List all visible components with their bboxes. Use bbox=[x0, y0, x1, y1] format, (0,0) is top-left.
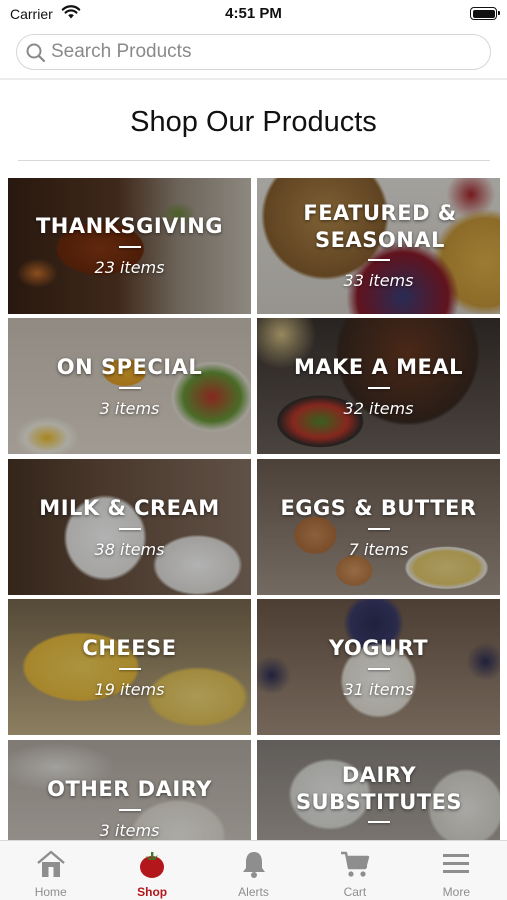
category-grid: THANKSGIVING 23 items FEATURED & SEASONA… bbox=[8, 178, 500, 842]
home-icon bbox=[36, 850, 65, 877]
category-item-count: 31 items bbox=[343, 680, 414, 699]
search-bar[interactable] bbox=[16, 34, 491, 70]
category-name: MAKE A MEAL bbox=[293, 355, 464, 379]
category-name: DAIRY SUBSTITUTES bbox=[295, 763, 463, 814]
tomato-icon bbox=[140, 852, 165, 878]
category-item-count: 32 items bbox=[343, 399, 414, 418]
category-name: ON SPECIAL bbox=[56, 355, 203, 379]
bell-icon bbox=[242, 852, 265, 878]
category-tile-featured-seasonal[interactable]: FEATURED & SEASONAL 33 items bbox=[257, 178, 500, 314]
search-input[interactable] bbox=[51, 38, 481, 66]
category-tile-make-a-meal[interactable]: MAKE A MEAL 32 items bbox=[257, 318, 500, 454]
category-name: FEATURED & SEASONAL bbox=[303, 201, 457, 252]
tab-label: Alerts bbox=[238, 885, 269, 899]
cart-icon bbox=[340, 851, 370, 877]
menu-icon bbox=[443, 854, 470, 873]
category-item-count: 38 items bbox=[94, 540, 165, 559]
search-icon bbox=[26, 43, 46, 63]
tab-alerts[interactable]: Alerts bbox=[203, 841, 304, 900]
battery-icon bbox=[470, 7, 500, 20]
category-tile-yogurt[interactable]: YOGURT 31 items bbox=[257, 599, 500, 735]
tab-label: More bbox=[442, 885, 470, 899]
category-name: EGGS & BUTTER bbox=[280, 496, 477, 520]
category-name: THANKSGIVING bbox=[35, 214, 224, 238]
tab-label: Home bbox=[34, 885, 67, 899]
category-tile-thanksgiving[interactable]: THANKSGIVING 23 items bbox=[8, 178, 251, 314]
category-name: OTHER DAIRY bbox=[47, 777, 212, 801]
category-item-count: 3 items bbox=[99, 399, 160, 418]
category-item-count: 23 items bbox=[94, 258, 165, 277]
clock: 4:51 PM bbox=[225, 5, 282, 22]
category-item-count: 3 items bbox=[99, 821, 160, 840]
tab-home[interactable]: Home bbox=[0, 841, 101, 900]
tab-shop[interactable]: Shop bbox=[101, 841, 202, 900]
category-tile-cheese[interactable]: CHEESE 19 items bbox=[8, 599, 251, 735]
category-name: MILK & CREAM bbox=[39, 496, 220, 520]
tab-bar: Home Shop Alerts Cart More bbox=[0, 840, 507, 900]
category-tile-milk-cream[interactable]: MILK & CREAM 38 items bbox=[8, 459, 251, 595]
tab-more[interactable]: More bbox=[406, 841, 507, 900]
tab-label: Shop bbox=[137, 885, 168, 899]
category-tile-other-dairy[interactable]: OTHER DAIRY 3 items bbox=[8, 740, 251, 842]
category-item-count: 33 items bbox=[343, 271, 414, 290]
category-item-count: 19 items bbox=[94, 680, 165, 699]
category-name: CHEESE bbox=[82, 636, 177, 660]
title-divider bbox=[18, 160, 490, 161]
header-divider bbox=[0, 78, 507, 80]
category-tile-dairy-substitutes[interactable]: DAIRY SUBSTITUTES bbox=[257, 740, 500, 842]
category-name: YOGURT bbox=[328, 636, 429, 660]
category-tile-on-special[interactable]: ON SPECIAL 3 items bbox=[8, 318, 251, 454]
category-tile-eggs-butter[interactable]: EGGS & BUTTER 7 items bbox=[257, 459, 500, 595]
page-title: Shop Our Products bbox=[130, 106, 377, 138]
tab-label: Cart bbox=[343, 885, 367, 899]
status-bar: Carrier 4:51 PM bbox=[0, 0, 507, 28]
category-item-count: 7 items bbox=[348, 540, 409, 559]
tab-cart[interactable]: Cart bbox=[304, 841, 405, 900]
